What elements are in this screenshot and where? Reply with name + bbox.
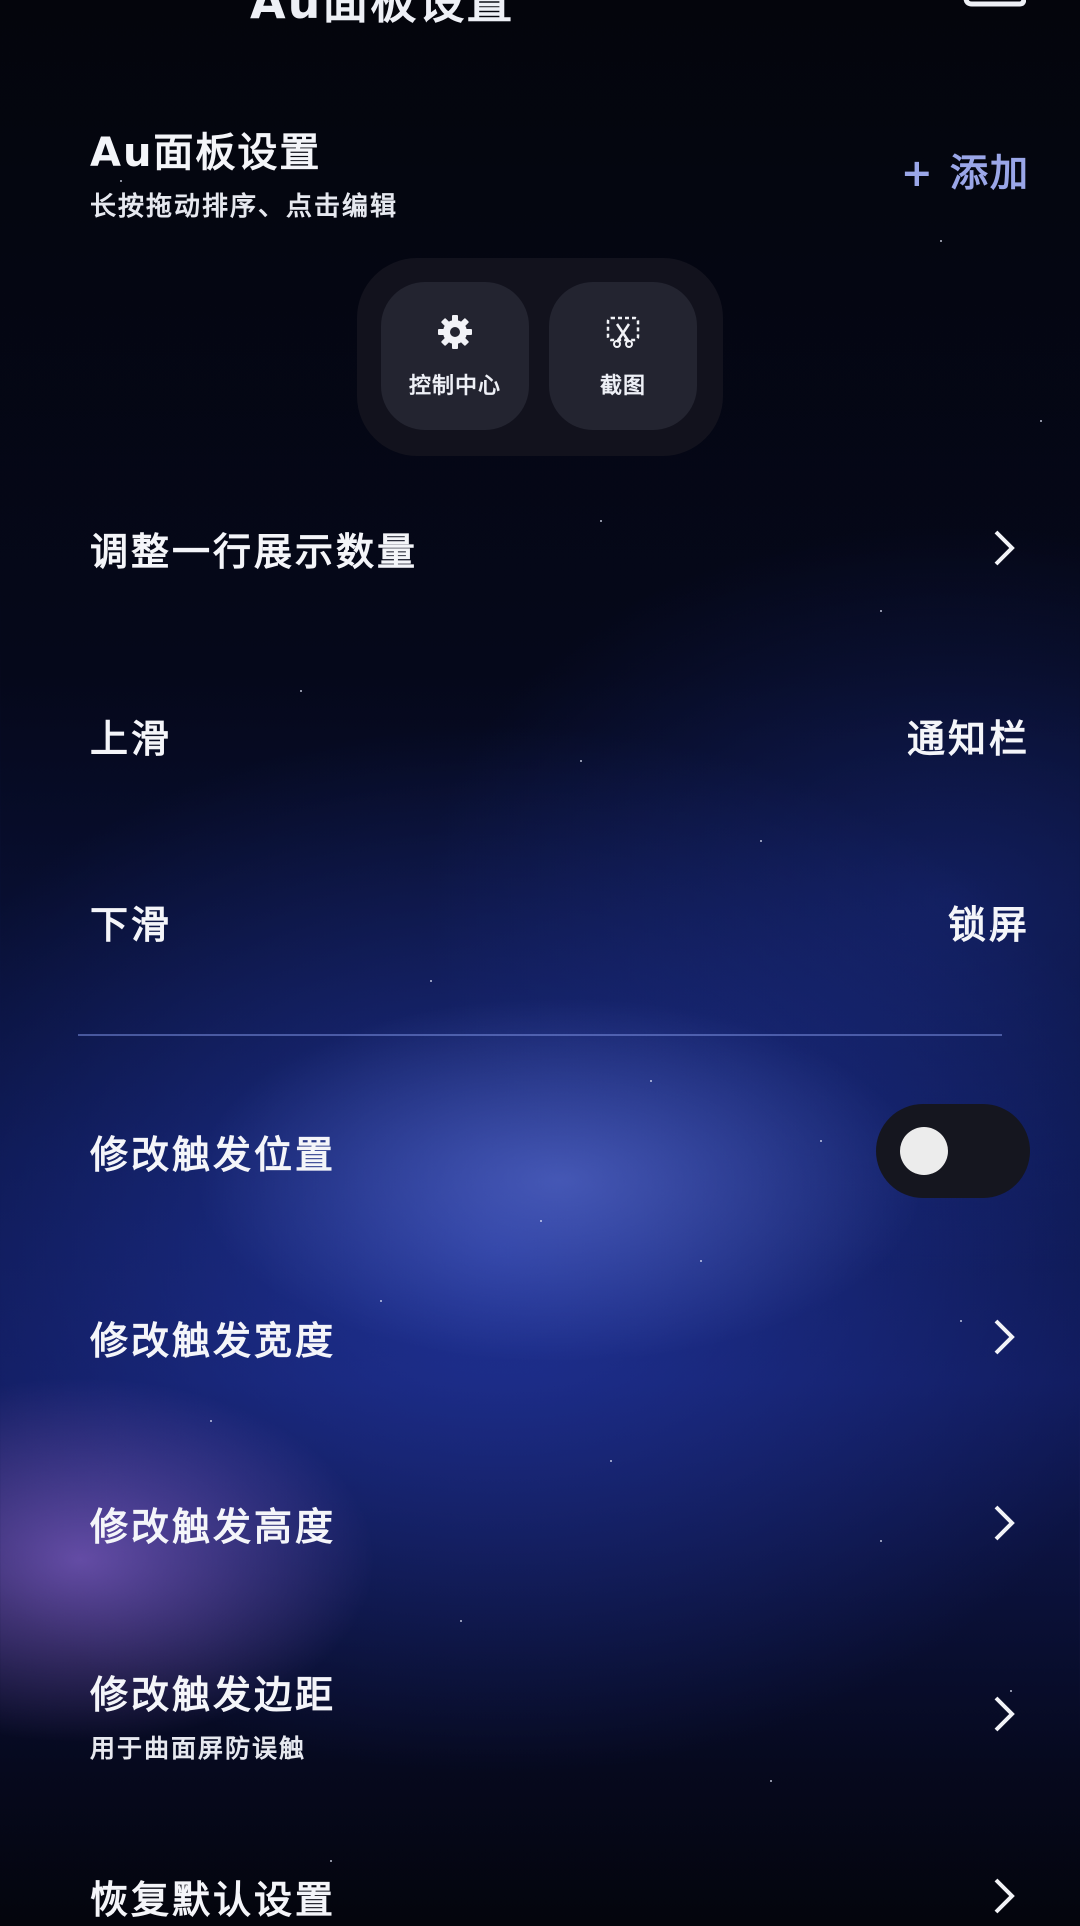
top-app-bar: Au面板设置: [0, 0, 1080, 30]
row-label: 修改触发宽度: [90, 1318, 337, 1363]
row-label: 修改触发高度: [90, 1504, 337, 1549]
row-label: 修改触发边距: [90, 1672, 337, 1717]
chevron-right-icon: [994, 530, 1015, 566]
screenshot-icon: [606, 316, 640, 348]
row-label: 修改触发位置: [90, 1132, 337, 1177]
chevron-right-icon: [994, 1878, 1015, 1914]
row-trigger-width[interactable]: 修改触发宽度: [90, 1307, 1030, 1367]
row-label: 恢复默认设置: [90, 1877, 337, 1922]
shortcut-panel-preview: 控制中心 截图: [357, 258, 723, 456]
row-display-count[interactable]: 调整一行展示数量: [90, 518, 1030, 578]
message-icon[interactable]: [962, 0, 1026, 12]
chevron-right-icon: [994, 1505, 1015, 1541]
trigger-position-toggle[interactable]: [876, 1104, 1030, 1198]
row-trigger-margin[interactable]: 修改触发边距 用于曲面屏防误触: [90, 1664, 1030, 1764]
panel-settings-header: Au面板设置 长按拖动排序、点击编辑 + 添加: [90, 120, 1030, 230]
row-text-group: 修改触发边距 用于曲面屏防误触: [90, 1664, 336, 1765]
row-label: 调整一行展示数量: [90, 529, 419, 574]
row-trigger-position: 修改触发位置: [90, 1104, 1030, 1198]
page-title: Au面板设置: [250, 0, 515, 29]
back-arrow-icon[interactable]: [80, 0, 120, 10]
row-label: 下滑: [90, 902, 173, 947]
chevron-right-icon: [994, 1696, 1015, 1732]
row-value: 锁屏: [947, 902, 1030, 947]
divider: [78, 1034, 1002, 1036]
row-trigger-height[interactable]: 修改触发高度: [90, 1493, 1030, 1553]
row-swipe-down[interactable]: 下滑 锁屏: [90, 891, 1030, 951]
tile-control-center[interactable]: 控制中心: [381, 282, 529, 430]
row-value: 通知栏: [906, 716, 1030, 761]
row-swipe-up[interactable]: 上滑 通知栏: [90, 705, 1030, 765]
add-button[interactable]: + 添加: [901, 142, 1030, 197]
section-title: Au面板设置: [90, 130, 322, 176]
row-label: 上滑: [90, 716, 173, 761]
row-sublabel: 用于曲面屏防误触: [90, 1733, 307, 1763]
toggle-knob: [900, 1127, 948, 1175]
tile-screenshot[interactable]: 截图: [549, 282, 697, 430]
gear-icon: [438, 315, 472, 349]
tile-label: 控制中心: [408, 374, 501, 399]
section-subtitle: 长按拖动排序、点击编辑: [90, 192, 399, 222]
row-restore-default[interactable]: 恢复默认设置: [90, 1866, 1030, 1926]
tile-label: 截图: [599, 374, 646, 399]
chevron-right-icon: [994, 1319, 1015, 1355]
